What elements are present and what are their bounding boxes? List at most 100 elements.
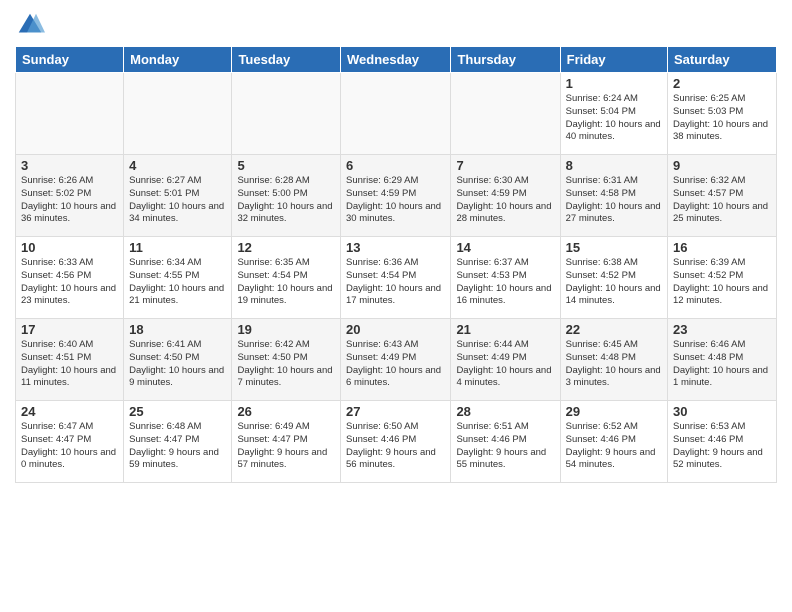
day-number: 18 <box>129 322 226 337</box>
weekday-header-sunday: Sunday <box>16 47 124 73</box>
calendar-cell: 9 Sunrise: 6:32 AM Sunset: 4:57 PM Daylig… <box>668 155 777 237</box>
day-number: 15 <box>566 240 662 255</box>
calendar-cell: 8 Sunrise: 6:31 AM Sunset: 4:58 PM Daylig… <box>560 155 667 237</box>
calendar-cell: 1 Sunrise: 6:24 AM Sunset: 5:04 PM Daylig… <box>560 73 667 155</box>
calendar-cell: 24 Sunrise: 6:47 AM Sunset: 4:47 PM Dayli… <box>16 401 124 483</box>
calendar-week-1: 3Sunrise: 6:26 AM Sunset: 5:02 PM Daylig… <box>16 155 777 237</box>
weekday-header-tuesday: Tuesday <box>232 47 341 73</box>
day-info: Sunrise: 6:45 AM Sunset: 4:48 PM Dayligh… <box>566 339 662 390</box>
calendar-cell: 10 Sunrise: 6:33 AM Sunset: 4:56 PM Dayli… <box>16 237 124 319</box>
day-info: Sunrise: 6:49 AM Sunset: 4:47 PM Dayligh… <box>237 421 335 472</box>
day-info: Sunrise: 6:33 AM Sunset: 4:56 PM Dayligh… <box>21 257 118 308</box>
day-number: 12 <box>237 240 335 255</box>
day-number: 27 <box>346 404 445 419</box>
calendar-cell: 27 Sunrise: 6:50 AM Sunset: 4:46 PM Dayli… <box>341 401 451 483</box>
day-number: 10 <box>21 240 118 255</box>
calendar-cell <box>451 73 560 155</box>
day-info: Sunrise: 6:35 AM Sunset: 4:54 PM Dayligh… <box>237 257 335 308</box>
calendar-cell: 12 Sunrise: 6:35 AM Sunset: 4:54 PM Dayli… <box>232 237 341 319</box>
weekday-header-row: SundayMondayTuesdayWednesdayThursdayFrid… <box>16 47 777 73</box>
day-info: Sunrise: 6:43 AM Sunset: 4:49 PM Dayligh… <box>346 339 445 390</box>
day-info: Sunrise: 6:41 AM Sunset: 4:50 PM Dayligh… <box>129 339 226 390</box>
page-container: SundayMondayTuesdayWednesdayThursdayFrid… <box>0 0 792 488</box>
day-number: 17 <box>21 322 118 337</box>
day-number: 23 <box>673 322 771 337</box>
day-number: 30 <box>673 404 771 419</box>
weekday-header-monday: Monday <box>124 47 232 73</box>
day-number: 16 <box>673 240 771 255</box>
day-number: 28 <box>456 404 554 419</box>
day-number: 9 <box>673 158 771 173</box>
day-info: Sunrise: 6:39 AM Sunset: 4:52 PM Dayligh… <box>673 257 771 308</box>
weekday-header-friday: Friday <box>560 47 667 73</box>
day-number: 8 <box>566 158 662 173</box>
day-info: Sunrise: 6:27 AM Sunset: 5:01 PM Dayligh… <box>129 175 226 226</box>
calendar-cell: 17 Sunrise: 6:40 AM Sunset: 4:51 PM Dayli… <box>16 319 124 401</box>
calendar-week-4: 24 Sunrise: 6:47 AM Sunset: 4:47 PM Dayli… <box>16 401 777 483</box>
day-number: 24 <box>21 404 118 419</box>
day-info: Sunrise: 6:52 AM Sunset: 4:46 PM Dayligh… <box>566 421 662 472</box>
day-info: Sunrise: 6:32 AM Sunset: 4:57 PM Dayligh… <box>673 175 771 226</box>
calendar-cell: 13Sunrise: 6:36 AM Sunset: 4:54 PM Dayli… <box>341 237 451 319</box>
day-number: 13 <box>346 240 445 255</box>
day-info: Sunrise: 6:46 AM Sunset: 4:48 PM Dayligh… <box>673 339 771 390</box>
day-info: Sunrise: 6:40 AM Sunset: 4:51 PM Dayligh… <box>21 339 118 390</box>
calendar-cell: 30 Sunrise: 6:53 AM Sunset: 4:46 PM Dayli… <box>668 401 777 483</box>
day-info: Sunrise: 6:53 AM Sunset: 4:46 PM Dayligh… <box>673 421 771 472</box>
day-number: 7 <box>456 158 554 173</box>
calendar-cell: 11Sunrise: 6:34 AM Sunset: 4:55 PM Dayli… <box>124 237 232 319</box>
calendar-cell: 25 Sunrise: 6:48 AM Sunset: 4:47 PM Dayli… <box>124 401 232 483</box>
calendar-cell: 20Sunrise: 6:43 AM Sunset: 4:49 PM Dayli… <box>341 319 451 401</box>
calendar-cell: 23 Sunrise: 6:46 AM Sunset: 4:48 PM Dayli… <box>668 319 777 401</box>
day-number: 26 <box>237 404 335 419</box>
day-number: 3 <box>21 158 118 173</box>
logo-icon <box>15 10 45 40</box>
day-info: Sunrise: 6:37 AM Sunset: 4:53 PM Dayligh… <box>456 257 554 308</box>
day-info: Sunrise: 6:48 AM Sunset: 4:47 PM Dayligh… <box>129 421 226 472</box>
day-number: 5 <box>237 158 335 173</box>
day-info: Sunrise: 6:28 AM Sunset: 5:00 PM Dayligh… <box>237 175 335 226</box>
day-number: 1 <box>566 76 662 91</box>
day-info: Sunrise: 6:38 AM Sunset: 4:52 PM Dayligh… <box>566 257 662 308</box>
day-info: Sunrise: 6:44 AM Sunset: 4:49 PM Dayligh… <box>456 339 554 390</box>
weekday-header-wednesday: Wednesday <box>341 47 451 73</box>
calendar-cell: 16 Sunrise: 6:39 AM Sunset: 4:52 PM Dayli… <box>668 237 777 319</box>
calendar-cell: 14 Sunrise: 6:37 AM Sunset: 4:53 PM Dayli… <box>451 237 560 319</box>
day-info: Sunrise: 6:25 AM Sunset: 5:03 PM Dayligh… <box>673 93 771 144</box>
day-number: 19 <box>237 322 335 337</box>
day-number: 2 <box>673 76 771 91</box>
header <box>15 10 777 40</box>
day-info: Sunrise: 6:31 AM Sunset: 4:58 PM Dayligh… <box>566 175 662 226</box>
calendar-cell <box>124 73 232 155</box>
day-info: Sunrise: 6:42 AM Sunset: 4:50 PM Dayligh… <box>237 339 335 390</box>
calendar-cell: 18 Sunrise: 6:41 AM Sunset: 4:50 PM Dayli… <box>124 319 232 401</box>
calendar-cell: 28Sunrise: 6:51 AM Sunset: 4:46 PM Dayli… <box>451 401 560 483</box>
calendar-cell: 6 Sunrise: 6:29 AM Sunset: 4:59 PM Daylig… <box>341 155 451 237</box>
calendar-week-2: 10 Sunrise: 6:33 AM Sunset: 4:56 PM Dayli… <box>16 237 777 319</box>
day-info: Sunrise: 6:30 AM Sunset: 4:59 PM Dayligh… <box>456 175 554 226</box>
calendar-cell: 15 Sunrise: 6:38 AM Sunset: 4:52 PM Dayli… <box>560 237 667 319</box>
day-info: Sunrise: 6:50 AM Sunset: 4:46 PM Dayligh… <box>346 421 445 472</box>
calendar-cell: 21Sunrise: 6:44 AM Sunset: 4:49 PM Dayli… <box>451 319 560 401</box>
day-number: 25 <box>129 404 226 419</box>
day-number: 6 <box>346 158 445 173</box>
day-info: Sunrise: 6:24 AM Sunset: 5:04 PM Dayligh… <box>566 93 662 144</box>
calendar-cell <box>16 73 124 155</box>
calendar-cell: 5 Sunrise: 6:28 AM Sunset: 5:00 PM Daylig… <box>232 155 341 237</box>
calendar-cell: 26 Sunrise: 6:49 AM Sunset: 4:47 PM Dayli… <box>232 401 341 483</box>
day-number: 4 <box>129 158 226 173</box>
day-number: 22 <box>566 322 662 337</box>
day-info: Sunrise: 6:47 AM Sunset: 4:47 PM Dayligh… <box>21 421 118 472</box>
logo <box>15 10 49 40</box>
weekday-header-saturday: Saturday <box>668 47 777 73</box>
calendar-table: SundayMondayTuesdayWednesdayThursdayFrid… <box>15 46 777 483</box>
calendar-week-0: 1 Sunrise: 6:24 AM Sunset: 5:04 PM Daylig… <box>16 73 777 155</box>
day-info: Sunrise: 6:34 AM Sunset: 4:55 PM Dayligh… <box>129 257 226 308</box>
day-number: 29 <box>566 404 662 419</box>
calendar-cell: 2 Sunrise: 6:25 AM Sunset: 5:03 PM Daylig… <box>668 73 777 155</box>
day-info: Sunrise: 6:29 AM Sunset: 4:59 PM Dayligh… <box>346 175 445 226</box>
calendar-cell <box>341 73 451 155</box>
calendar-cell: 3Sunrise: 6:26 AM Sunset: 5:02 PM Daylig… <box>16 155 124 237</box>
calendar-week-3: 17 Sunrise: 6:40 AM Sunset: 4:51 PM Dayli… <box>16 319 777 401</box>
day-number: 14 <box>456 240 554 255</box>
